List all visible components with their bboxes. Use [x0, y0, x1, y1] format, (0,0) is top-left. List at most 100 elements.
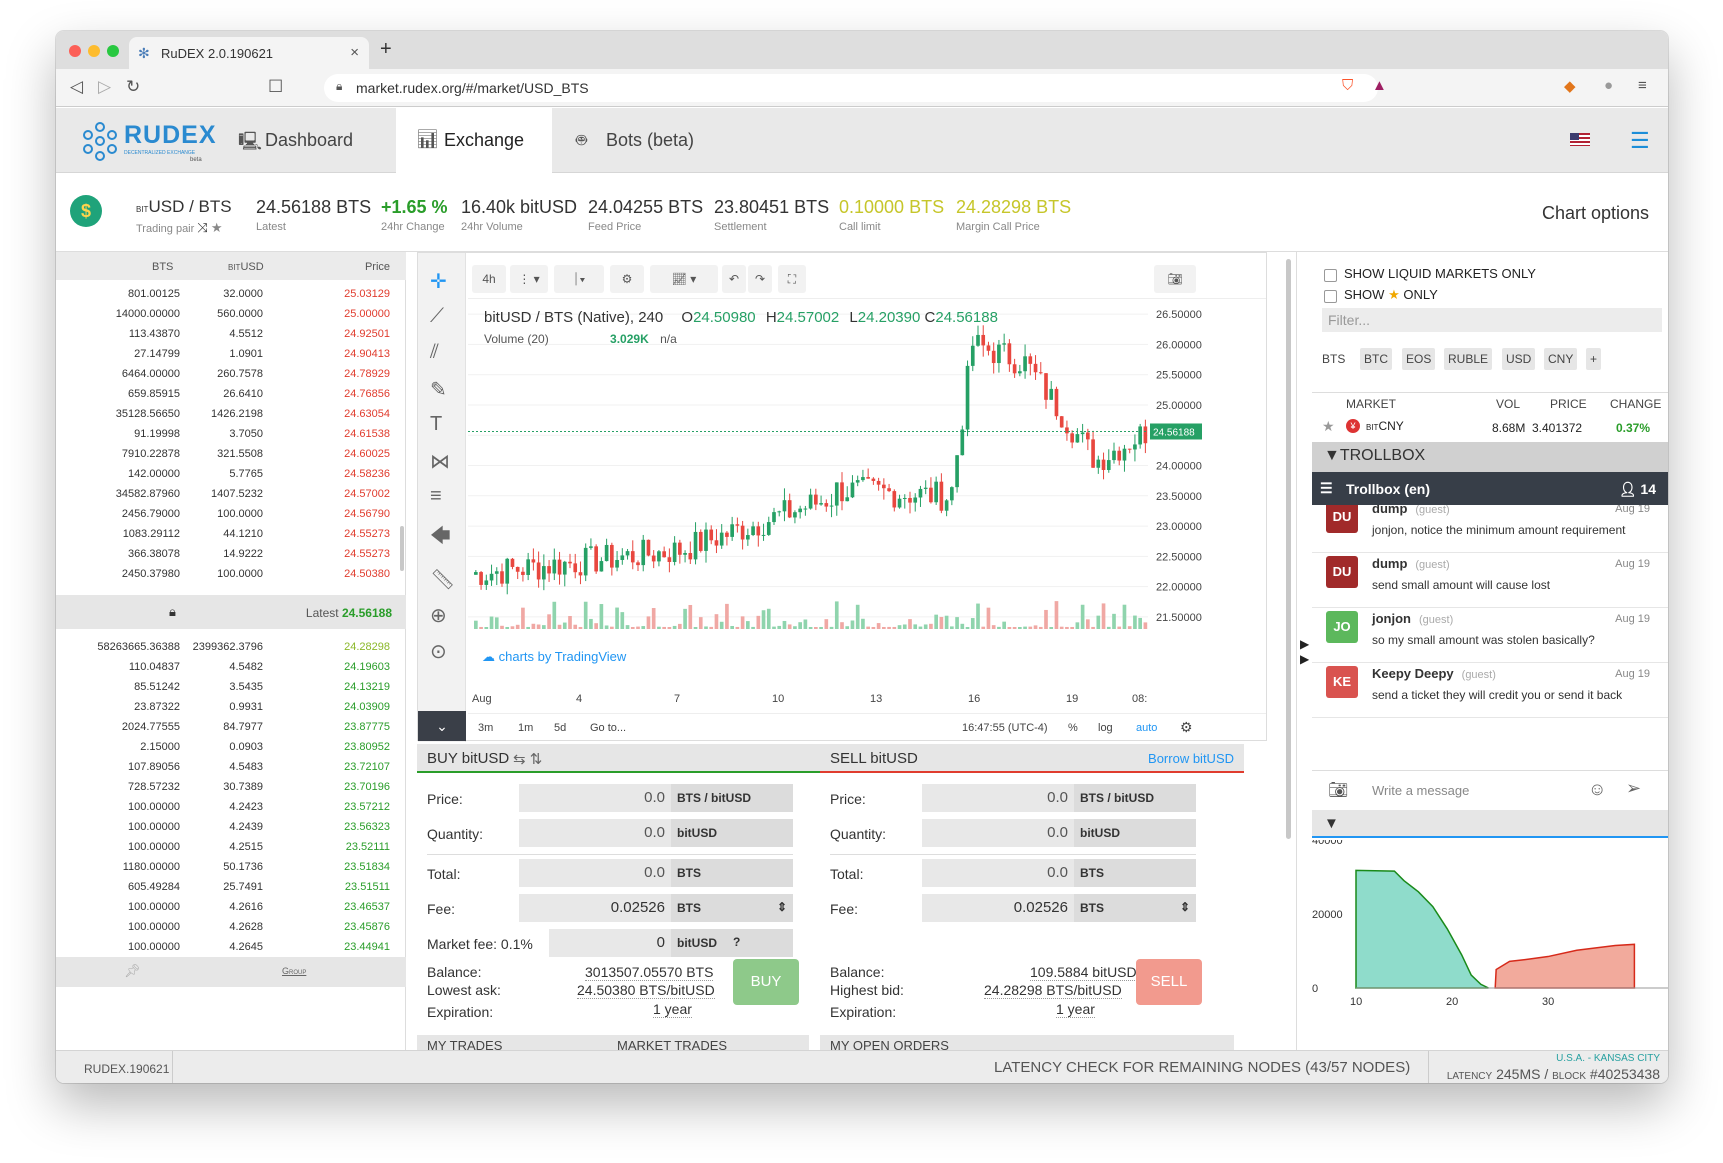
nav-dashboard[interactable]: 🖳︎ Dashboard [238, 108, 372, 173]
swap-pair-icon[interactable]: ⤨ [197, 220, 207, 235]
bookmark-icon[interactable]: ☐ [268, 77, 283, 97]
buy-fee-input[interactable]: 0.02526 [519, 894, 671, 922]
bid-row[interactable]: 100.00000 4.2515 23.52111 [56, 836, 406, 856]
buy-expiration-select[interactable]: 1 year [653, 1001, 692, 1018]
brave-rewards-icon[interactable]: ▲ [1372, 77, 1387, 94]
borrow-link[interactable]: Borrow bitUSD [1148, 751, 1234, 766]
buy-price-input[interactable]: 0.0 [519, 784, 671, 812]
collapse-sidebar-arrows[interactable]: ▶ ▶ [1300, 637, 1309, 667]
depth-chart[interactable]: 40000 20000 0 10 20 30 [1312, 840, 1668, 1040]
settings-gear-icon[interactable]: ⚙ [610, 265, 644, 293]
hamburger-menu-icon[interactable]: ☰ [1630, 128, 1650, 154]
ask-row[interactable]: 6464.00000 260.7578 24.78929 [56, 363, 406, 383]
interval-dropdown-icon[interactable]: ⋮ ▾ [510, 265, 548, 293]
order-book-scrollbar[interactable] [400, 526, 404, 571]
main-scrollbar[interactable] [1286, 259, 1291, 839]
measure-icon[interactable]: 📏︎ [430, 567, 455, 592]
ask-row[interactable]: 34582.87960 1407.5232 24.57002 [56, 483, 406, 503]
ask-row[interactable]: 2456.79000 100.0000 24.56790 [56, 503, 406, 523]
buy-button[interactable]: BUY [733, 959, 799, 1005]
message-author[interactable]: dump (guest) [1372, 505, 1450, 516]
market-row[interactable]: ★ ¥ bitCNY 8.68M 3.401372 0.37% [1312, 414, 1660, 440]
bid-row[interactable]: 58263665.36388 2399362.3796 24.28298 [56, 636, 406, 656]
avatar[interactable]: KE [1326, 666, 1358, 698]
chat-info-icon[interactable]: ☰ [1320, 480, 1333, 497]
group-button[interactable]: Group [282, 966, 306, 976]
chip-add[interactable]: + [1586, 348, 1602, 370]
chat-camera-icon[interactable]: 📷︎ [1328, 780, 1348, 800]
buy-qty-input[interactable]: 0.0 [519, 819, 671, 847]
emoji-icon[interactable]: ☺ [1588, 779, 1606, 800]
close-tab-icon[interactable]: × [350, 44, 359, 61]
swap-icons[interactable]: ⇆ ⇅ [513, 750, 542, 768]
metamask-extension-icon[interactable]: ◆ [1564, 77, 1576, 95]
tab-open-orders[interactable]: MY OPEN ORDERS [830, 1038, 949, 1050]
starred-only-checkbox[interactable] [1324, 290, 1337, 303]
ask-row[interactable]: 35128.56650 1426.2198 24.63054 [56, 403, 406, 423]
back-arrow-icon[interactable]: 🡄 [430, 521, 451, 555]
us-flag-icon[interactable] [1570, 133, 1590, 146]
rudex-logo[interactable]: RUDEX DECENTRALIZED EXCHANGE beta [82, 119, 216, 163]
send-icon[interactable]: ➢ [1626, 778, 1641, 799]
undo-icon[interactable]: ↶ [722, 265, 746, 293]
range-3m[interactable]: 3m [478, 722, 493, 734]
tab-my-trades[interactable]: MY TRADES [427, 1038, 502, 1050]
bid-row[interactable]: 85.51242 3.5435 24.13219 [56, 676, 406, 696]
ask-row[interactable]: 1083.29112 44.1210 24.55273 [56, 523, 406, 543]
new-tab-button[interactable]: + [380, 38, 392, 61]
bid-row[interactable]: 100.00000 4.2645 23.44941 [56, 936, 406, 956]
tab-market-trades[interactable]: MARKET TRADES [617, 1038, 727, 1050]
fib-icon[interactable]: ⫽ [430, 341, 439, 364]
profile-icon[interactable]: ● [1604, 77, 1613, 94]
ask-row[interactable]: 801.00125 32.0000 25.03129 [56, 283, 406, 303]
ask-row[interactable]: 27.14799 1.0901 24.90413 [56, 343, 406, 363]
fullscreen-icon[interactable]: ⛶ [778, 265, 806, 293]
bid-row[interactable]: 100.00000 4.2616 23.46537 [56, 896, 406, 916]
text-tool-icon[interactable]: T [430, 413, 442, 436]
help-icon[interactable]: ? [733, 935, 740, 949]
chart-settings-icon[interactable]: ⚙ [1180, 719, 1193, 736]
bid-row[interactable]: 728.57232 30.7389 23.70196 [56, 776, 406, 796]
bid-row[interactable]: 100.00000 4.2628 23.45876 [56, 916, 406, 936]
market-filter-input[interactable]: Filter... [1322, 308, 1662, 332]
nav-bots[interactable]: 🤖︎ Bots (beta) [576, 108, 726, 173]
ask-row[interactable]: 14000.00000 560.0000 25.00000 [56, 303, 406, 323]
buy-balance-value[interactable]: 3013507.05570 BTS [585, 964, 714, 981]
chip-cny[interactable]: CNY [1544, 348, 1578, 370]
magnet-icon[interactable]: ⊙ [430, 639, 447, 664]
url-field[interactable]: 🔒︎ market.rudex.org/#/market/USD_BTS [324, 74, 1378, 102]
node-location[interactable]: U.S.A. - KANSAS CITY [1556, 1053, 1660, 1064]
browser-menu-icon[interactable]: ≡ [1638, 77, 1647, 94]
liquid-markets-checkbox[interactable] [1324, 269, 1337, 282]
ask-row[interactable]: 659.85915 26.6410 24.76856 [56, 383, 406, 403]
browser-tab[interactable]: ✻ RuDEX 2.0.190621 × [129, 37, 369, 69]
maximize-window-button[interactable] [107, 45, 119, 57]
sell-expiration-select[interactable]: 1 year [1056, 1001, 1095, 1018]
reload-icon[interactable]: ↻ [126, 77, 140, 97]
brush-icon[interactable]: ✎ [430, 377, 447, 402]
plot-area[interactable]: 26.5000026.0000025.5000025.0000024.50000… [468, 299, 1266, 689]
indicators-button[interactable]: 📈︎ ▾ [650, 265, 718, 293]
sell-price-input[interactable]: 0.0 [922, 784, 1074, 812]
prediction-icon[interactable]: ≡ [430, 485, 442, 508]
trollbox-toggle[interactable]: ▼TROLLBOX [1312, 442, 1668, 472]
favorite-star-icon[interactable]: ★ [211, 220, 223, 235]
chip-usd[interactable]: USD [1502, 348, 1536, 370]
pattern-icon[interactable]: ⋈ [430, 449, 450, 474]
tradingview-watermark[interactable]: ☁ charts by TradingView [482, 649, 626, 665]
sell-total-input[interactable]: 0.0 [922, 859, 1074, 887]
row-star-icon[interactable]: ★ [1322, 418, 1335, 435]
chip-bts[interactable]: BTS [1318, 348, 1349, 370]
lock-icon[interactable]: 🔒︎ [169, 604, 176, 620]
zoom-in-icon[interactable]: ⊕ [430, 603, 447, 628]
redo-icon[interactable]: ↷ [748, 265, 772, 293]
back-icon[interactable]: ◁ [70, 77, 83, 97]
bid-row[interactable]: 1180.00000 50.1736 23.51834 [56, 856, 406, 876]
percent-scale-button[interactable]: % [1068, 722, 1078, 734]
minimize-window-button[interactable] [88, 45, 100, 57]
close-window-button[interactable] [69, 45, 81, 57]
forward-icon[interactable]: ▷ [98, 77, 111, 97]
range-1m[interactable]: 1m [518, 722, 533, 734]
sell-fee-input[interactable]: 0.02526 [922, 894, 1074, 922]
ask-row[interactable]: 2450.37980 100.0000 24.50380 [56, 563, 406, 583]
